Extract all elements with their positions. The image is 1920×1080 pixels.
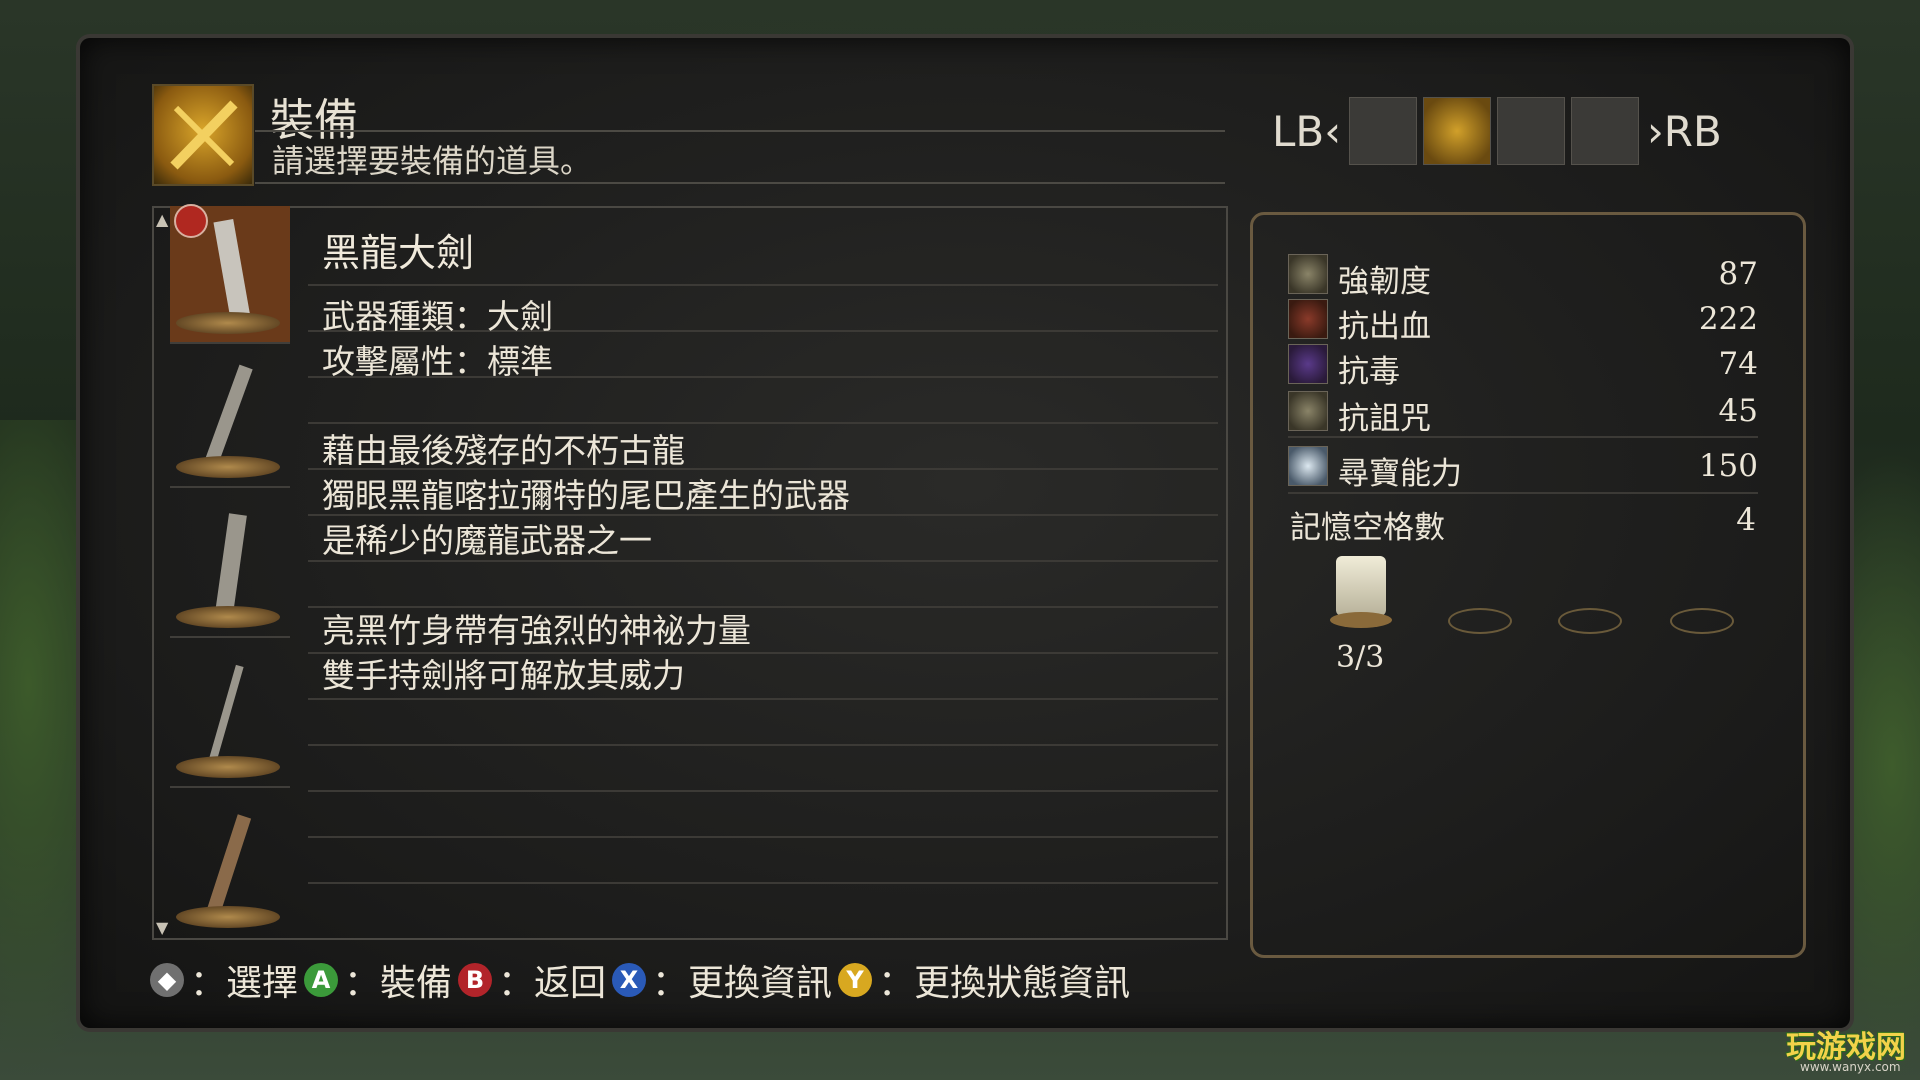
select-hint: ：選擇 [190,963,299,1004]
attack-attribute: 攻擊屬性：標準 [322,342,553,381]
stat-label: 抗毒 [1338,354,1400,390]
a-button-icon: A [304,963,339,997]
divider [1288,436,1758,438]
back-hint: ：返回 [498,963,607,1004]
empty-slot [1448,608,1512,634]
x-button-icon: X [612,963,647,997]
page-subtitle: 請選擇要裝備的道具。 [272,142,593,180]
empty-slot [1558,608,1622,634]
stat-label: 抗出血 [1338,309,1431,345]
scroll-up-icon[interactable]: ▲ [156,210,168,229]
stat-value: 74 [1718,346,1758,382]
poison-resist-icon [1288,344,1328,384]
attunement-slots-label: 記憶空格數 [1290,510,1445,546]
stat-row-item-discovery: 尋寶能力 150 [1288,444,1758,492]
sword-item-thumbnail[interactable] [170,350,290,488]
stat-label: 抗詛咒 [1338,401,1431,437]
description-line: 藉由最後殘存的不朽古龍 [322,431,685,470]
club-and-shield-thumbnail[interactable] [170,800,290,936]
stat-row-bleed-resist: 抗出血 222 [1288,297,1758,345]
spiked-weapon-thumbnail[interactable] [170,500,290,638]
stat-label: 強韌度 [1338,264,1431,300]
stat-value: 87 [1718,256,1758,292]
spell-scroll-icon [1336,556,1386,616]
attuned-count: 3/3 [1336,640,1385,675]
attunement-slots-value: 4 [1736,502,1756,538]
stat-label: 尋寶能力 [1338,456,1462,492]
dpad-icon: ◆ [150,963,184,997]
divider [1288,492,1758,494]
divider [255,182,1225,184]
scroll-down-icon[interactable]: ▼ [156,918,168,937]
b-button-icon: B [458,963,493,997]
stat-row-poison-resist: 抗毒 74 [1288,342,1758,390]
watermark-url: www.wanyx.com [1800,1060,1901,1074]
y-button-icon: Y [838,963,873,997]
stat-value: 222 [1698,301,1758,337]
controls-footer: ◆ ：選擇 A ：裝備 B ：返回 X ：更換資訊 Y ：更換狀態資訊 [150,958,1130,1004]
equipment-emblem-icon [152,84,254,186]
tab-prev-button[interactable]: LB‹ [1272,107,1341,156]
description-line: 亮黑竹身帶有強烈的神祕力量 [322,611,751,650]
item-detail-panel [152,206,1228,940]
poise-icon [1288,254,1328,294]
status-icon[interactable] [1497,97,1566,165]
item-thumbnail-list [170,206,290,936]
weapon-type: 武器種類：大劍 [322,297,553,336]
description-line: 雙手持劍將可解放其威力 [322,656,685,695]
scroll-pedestal [1330,612,1392,628]
stat-row-poise: 強韌度 87 [1288,252,1758,300]
description-line: 是稀少的魔龍武器之一 [322,521,652,560]
equipped-badge-icon [174,204,208,238]
description-line: 獨眼黑龍喀拉彌特的尾巴產生的武器 [322,476,850,515]
change-status-hint: ：更換狀態資訊 [878,963,1131,1004]
menu-tabs: LB‹ ›RB [1272,96,1722,166]
equip-hint: ：裝備 [344,963,453,1004]
empty-slot [1670,608,1734,634]
tab-next-button[interactable]: ›RB [1647,107,1722,156]
item-pouch-icon[interactable] [1349,97,1418,165]
equipment-icon[interactable] [1423,97,1492,165]
change-info-hint: ：更換資訊 [652,963,833,1004]
book-icon[interactable] [1571,97,1640,165]
item-name: 黑龍大劍 [322,231,475,275]
item-discovery-icon [1288,446,1328,486]
stat-row-curse-resist: 抗詛咒 45 [1288,389,1758,437]
curse-resist-icon [1288,391,1328,431]
divider [255,130,1225,132]
stat-value: 150 [1698,448,1758,484]
stat-value: 45 [1718,393,1758,429]
rapier-item-thumbnail[interactable] [170,650,290,788]
bleed-resist-icon [1288,299,1328,339]
